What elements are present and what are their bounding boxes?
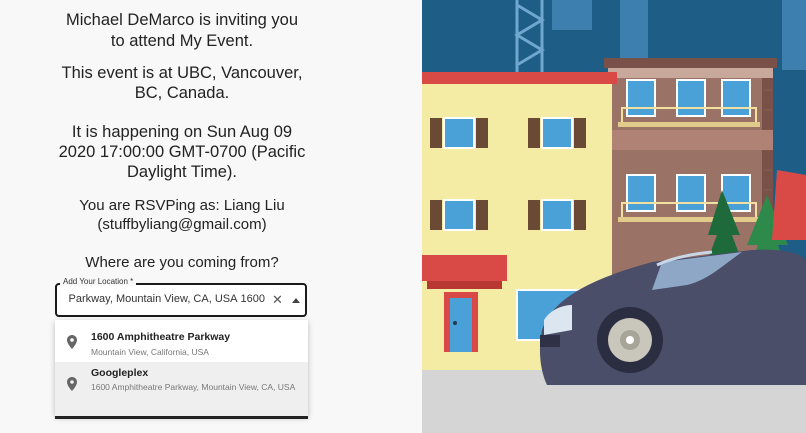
suggestion-sub-text: Mountain View, California, USA bbox=[91, 347, 209, 357]
location-autocomplete[interactable]: 1600 Amphitheatre Parkway, Mountain View… bbox=[55, 283, 307, 317]
origin-question: Where are you coming from? bbox=[85, 254, 279, 271]
location-line2: BC, Canada. bbox=[134, 84, 230, 102]
location-field-label: Add Your Location * bbox=[60, 277, 137, 286]
suggestion-item[interactable]: Googleplex 1600 Amphitheatre Parkway, Mo… bbox=[55, 362, 308, 416]
rsvp-line2: (stuffbyliang@gmail.com) bbox=[97, 216, 267, 233]
time-line1: It is happening on Sun Aug 09 bbox=[71, 123, 293, 141]
location-pin-icon bbox=[67, 335, 77, 349]
invite-line2: to attend My Event. bbox=[110, 32, 254, 50]
time-line2: 2020 17:00:00 GMT-0700 (Pacific bbox=[58, 143, 306, 161]
invitation-panel: Michael DeMarco is inviting you to atten… bbox=[0, 0, 422, 433]
divider bbox=[55, 416, 308, 419]
location-input[interactable]: 1600 Amphitheatre Parkway, Mountain View… bbox=[65, 293, 265, 305]
suggestion-item[interactable]: 1600 Amphitheatre Parkway Mountain View,… bbox=[55, 320, 308, 362]
city-illustration bbox=[422, 0, 806, 433]
suggestion-main-text: Googleplex bbox=[91, 367, 149, 379]
suggestion-sub-text: 1600 Amphitheatre Parkway, Mountain View… bbox=[91, 382, 296, 392]
suggestion-list: 1600 Amphitheatre Parkway Mountain View,… bbox=[55, 320, 308, 416]
location-pin-icon bbox=[67, 377, 77, 391]
rsvp-line1: You are RSVPing as: Liang Liu bbox=[79, 197, 285, 214]
invite-line1: Michael DeMarco is inviting you bbox=[65, 11, 298, 29]
arrow-up-icon[interactable] bbox=[292, 298, 300, 303]
suggestion-main-text: 1600 Amphitheatre Parkway bbox=[91, 331, 231, 343]
time-line3: Daylight Time). bbox=[126, 163, 238, 181]
location-line1: This event is at UBC, Vancouver, bbox=[61, 64, 303, 82]
street-scene-illustration bbox=[422, 0, 806, 433]
close-icon[interactable]: ✕ bbox=[272, 292, 283, 308]
